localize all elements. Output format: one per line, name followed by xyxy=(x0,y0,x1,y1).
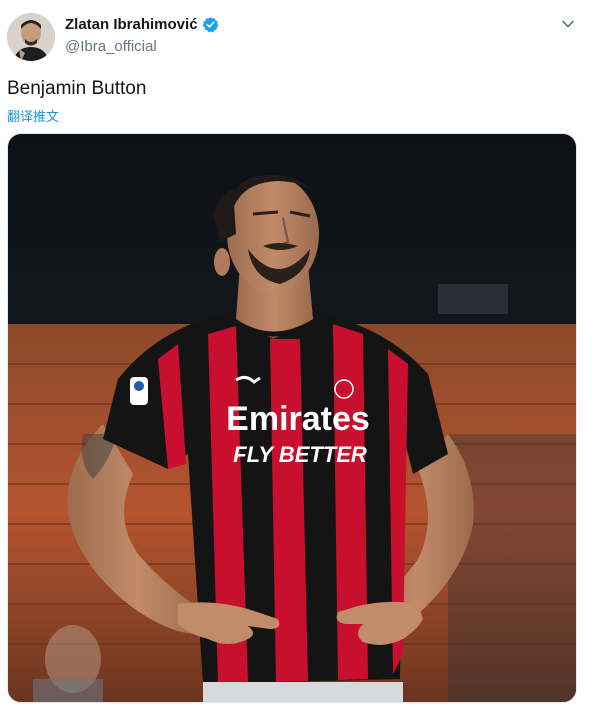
sponsor-sub: FLY BETTER xyxy=(233,442,367,467)
avatar-image xyxy=(7,13,55,61)
author-name-row[interactable]: Zlatan Ibrahimović xyxy=(65,16,219,33)
verified-badge-icon xyxy=(202,16,219,33)
author-handle[interactable]: @Ibra_official xyxy=(65,38,157,55)
club-crest xyxy=(334,379,354,399)
author-display-name[interactable]: Zlatan Ibrahimović xyxy=(65,16,198,33)
author-avatar[interactable] xyxy=(7,13,55,61)
chevron-down-icon[interactable] xyxy=(560,16,576,32)
photo-illustration: Emirates FLY BETTER xyxy=(8,134,576,702)
tweet-text: Benjamin Button xyxy=(7,78,147,99)
translate-tweet-link[interactable]: 翻译推文 xyxy=(7,106,59,125)
shorts xyxy=(203,682,403,702)
tweet-card: Zlatan Ibrahimović @Ibra_official Benjam… xyxy=(0,0,593,713)
tweet-photo[interactable]: Emirates FLY BETTER xyxy=(7,133,577,703)
sponsor-main: Emirates xyxy=(226,400,370,438)
